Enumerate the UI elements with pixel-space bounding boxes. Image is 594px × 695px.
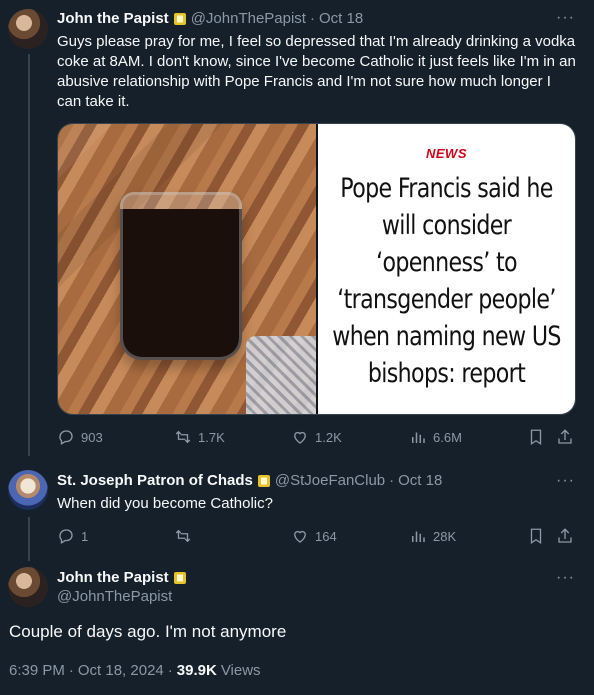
retweet-button[interactable]: 1.7K [174,428,225,446]
avatar[interactable] [8,9,48,49]
tweet-date[interactable]: Oct 18 [398,472,442,489]
tweet-text: When did you become Catholic? [57,495,273,512]
retweet-button[interactable] [174,527,198,545]
reply-icon [59,529,73,544]
tweet-time[interactable]: 6:39 PM [9,662,65,679]
views-count: 6.6M [433,429,462,445]
bookmark-icon[interactable] [527,527,545,545]
verified-badge-icon [257,474,270,487]
avatar[interactable] [8,567,48,607]
views-label: Views [220,662,261,679]
reply-count: 903 [81,429,103,445]
retweet-count: 1.7K [198,429,225,445]
tweet-actions: 1 164 28K [57,527,577,547]
like-button[interactable]: 164 [291,527,337,545]
thread-line [28,517,30,561]
like-count: 1.2K [315,429,342,445]
separator: · [389,472,395,489]
verified-badge-icon [173,571,186,584]
tweet-date[interactable]: Oct 18 [319,10,363,27]
retweet-icon [175,529,191,543]
author-name[interactable]: John the Papist [57,569,169,586]
tweet-header: St. Joseph Patron of Chads @StJoeFanClub… [57,472,442,489]
views-count: 39.9K [176,662,217,679]
news-headline: Pope Francis said he will consider ‘open… [332,173,561,389]
views-count: 28K [433,528,457,544]
more-options-icon[interactable]: ··· [556,569,575,587]
heart-icon [294,431,306,444]
author-handle[interactable]: @JohnThePapist [57,588,187,605]
tweet-media[interactable]: NEWS Pope Francis said he will consider … [57,123,576,415]
verified-badge-icon [173,12,186,25]
reply-count: 1 [81,528,89,544]
more-options-icon[interactable]: ··· [556,472,575,490]
views-button[interactable]: 28K [409,527,456,545]
separator: · [167,662,173,679]
share-icon[interactable] [556,428,574,446]
share-icon[interactable] [556,527,574,545]
avatar[interactable] [8,470,48,510]
separator: · [68,662,74,679]
author-handle[interactable]: @JohnThePapist [191,10,306,27]
heart-icon [294,530,306,543]
tweet-actions: 903 1.7K 1.2K 6.6M [57,428,577,448]
main-tweet-meta: 6:39 PM · Oct 18, 2024 · 39.9K Views [9,662,261,679]
drinking-glass [120,192,242,360]
more-options-icon[interactable]: ··· [556,9,575,27]
thread-line [28,54,30,456]
reply-button[interactable]: 1 [57,527,88,545]
tweet-full-date[interactable]: Oct 18, 2024 [78,662,164,679]
author-name[interactable]: St. Joseph Patron of Chads [57,472,253,489]
bookmark-icon[interactable] [527,428,545,446]
reply-button[interactable]: 903 [57,428,103,446]
views-icon [412,432,425,443]
reply-icon [59,430,73,445]
cloth-corner [246,336,316,414]
views-button[interactable]: 6.6M [409,428,462,446]
like-count: 164 [315,528,337,544]
author-name[interactable]: John the Papist [57,10,169,27]
like-button[interactable]: 1.2K [291,428,342,446]
views-icon [412,531,425,542]
tweet-header: John the Papist @JohnThePapist · Oct 18 [57,10,363,27]
news-label: NEWS [426,146,467,161]
main-tweet-text: Couple of days ago. I'm not anymore [9,622,287,641]
separator: · [309,10,315,27]
author-handle[interactable]: @StJoeFanClub [275,472,385,489]
vodka-coke-photo[interactable] [58,124,316,414]
tweet-text: Guys please pray for me, I feel so depre… [57,33,576,110]
main-tweet-author: John the Papist @JohnThePapist [57,569,187,605]
retweet-icon [175,430,191,444]
news-headline-image[interactable]: NEWS Pope Francis said he will consider … [318,124,575,414]
